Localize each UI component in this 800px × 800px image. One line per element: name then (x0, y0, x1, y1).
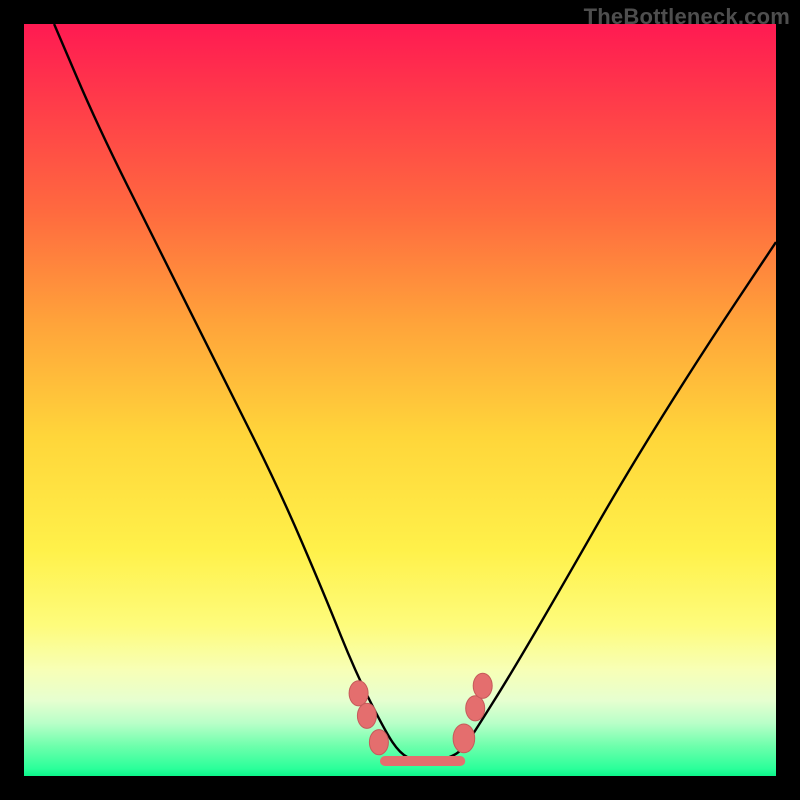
marker-point (369, 730, 388, 755)
marker-point (357, 703, 376, 728)
marker-point (349, 681, 368, 706)
marker-point (453, 724, 475, 753)
marker-group (349, 673, 492, 755)
marker-point (473, 673, 492, 698)
plot-frame: TheBottleneck.com (0, 0, 800, 800)
chart-svg (24, 24, 776, 776)
bottleneck-curve (54, 24, 776, 761)
marker-point (466, 696, 485, 721)
